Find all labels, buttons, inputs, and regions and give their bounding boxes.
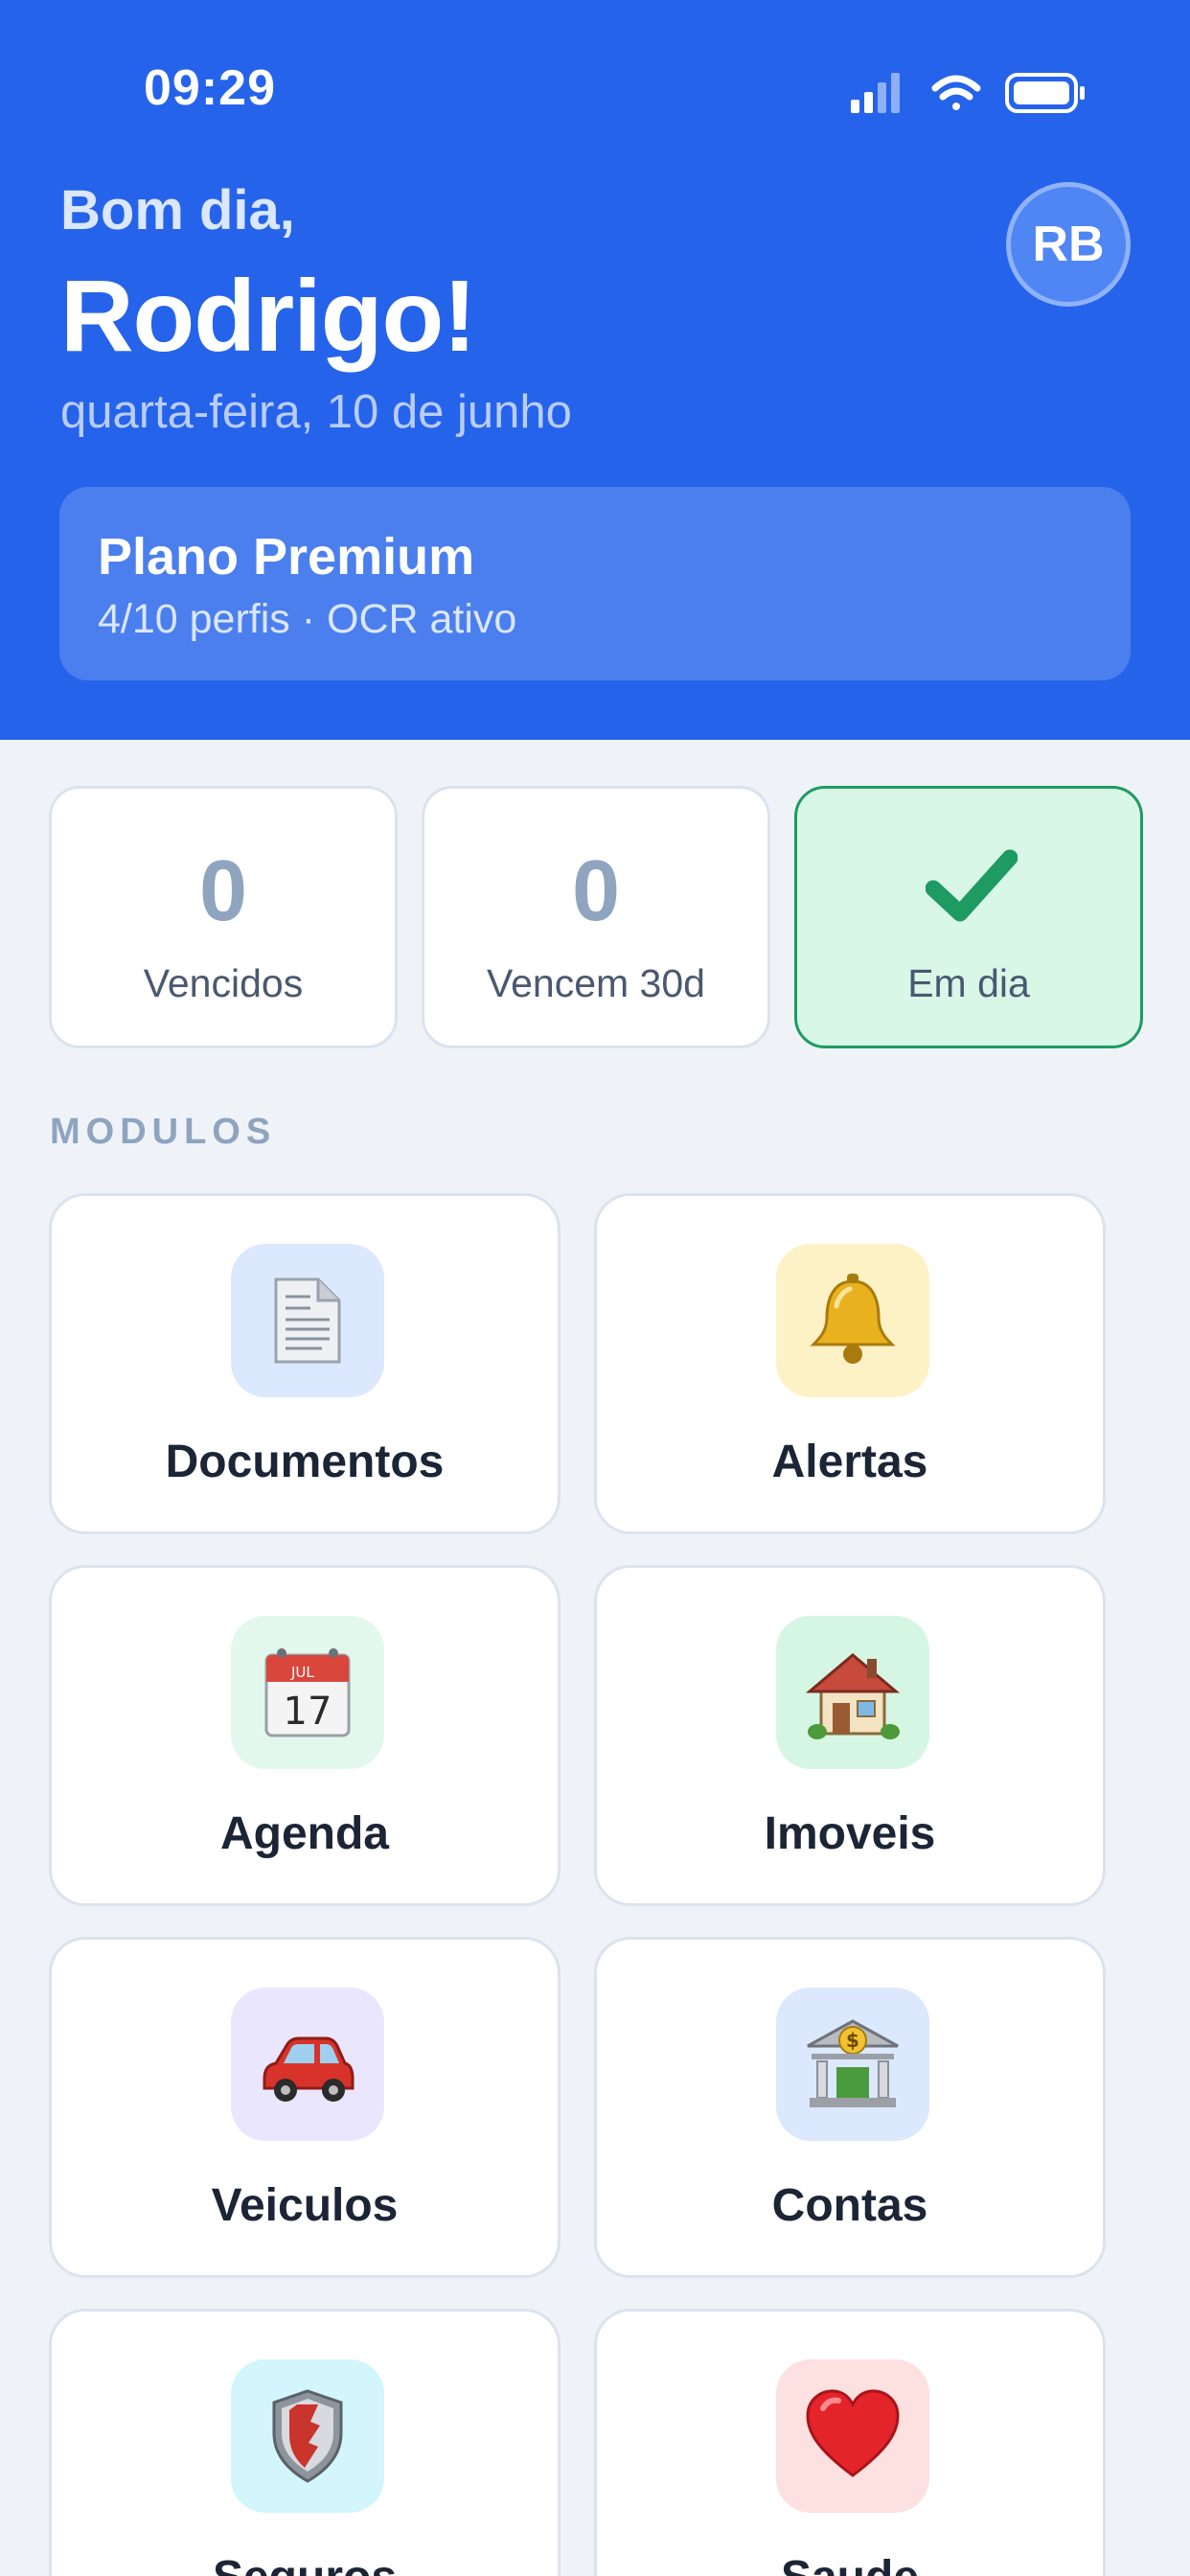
module-label: Agenda — [219, 1808, 389, 1859]
stat-overdue-label: Vencidos — [143, 961, 304, 1005]
calendar-icon: JUL 17 — [231, 1616, 384, 1769]
user-name: Rodrigo! — [60, 260, 477, 373]
module-label: Imoveis — [764, 1808, 936, 1859]
stat-up-to-date-label: Em dia — [907, 961, 1030, 1005]
module-label: Documentos — [165, 1437, 445, 1487]
car-icon — [231, 1988, 384, 2141]
bell-icon — [776, 1244, 929, 1397]
module-label: Seguros — [52, 2551, 558, 2576]
greeting: Bom dia, — [60, 179, 295, 242]
stat-overdue-value: 0 — [198, 843, 248, 939]
home-screen: 09:29 Bom dia, Rodrigo! quarta-feira, 10… — [0, 0, 1190, 2576]
module-label: Saude — [597, 2551, 1103, 2576]
shield-icon — [231, 2359, 384, 2513]
plan-subtitle: 4/10 perfis · OCR ativo — [98, 596, 517, 642]
plan-card[interactable]: Plano Premium 4/10 perfis · OCR ativo — [59, 487, 1131, 680]
status-time: 09:29 — [144, 60, 276, 116]
battery-icon — [1005, 73, 1085, 113]
house-icon — [776, 1616, 929, 1769]
wifi-icon — [931, 75, 981, 110]
svg-text:$: $ — [846, 2029, 859, 2052]
module-seguros[interactable]: Seguros — [49, 2309, 561, 2576]
svg-text:JUL: JUL — [290, 1664, 314, 1681]
svg-text:17: 17 — [284, 1690, 332, 1734]
module-documentos[interactable]: Documentos — [49, 1193, 561, 1534]
module-contas[interactable]: $ Contas — [594, 1937, 1106, 2278]
header: 09:29 Bom dia, Rodrigo! quarta-feira, 10… — [0, 0, 1190, 740]
stat-due-30d-label: Vencem 30d — [487, 961, 705, 1005]
stat-up-to-date[interactable]: Em dia — [794, 786, 1143, 1048]
document-icon — [231, 1244, 384, 1397]
section-title-modules: MODULOS — [50, 1112, 277, 1152]
heart-icon — [776, 2359, 929, 2513]
stat-overdue[interactable]: 0 Vencidos — [49, 786, 398, 1048]
module-veiculos[interactable]: Veiculos — [49, 1937, 561, 2278]
module-label: Veiculos — [211, 2180, 399, 2231]
signal-icon — [851, 73, 900, 113]
stat-due-30d[interactable]: 0 Vencem 30d — [422, 786, 770, 1048]
stat-due-30d-value: 0 — [571, 843, 621, 939]
module-imoveis[interactable]: Imoveis — [594, 1565, 1106, 1906]
status-icons — [851, 73, 1085, 113]
check-icon — [926, 849, 1018, 922]
bank-icon: $ — [776, 1988, 929, 2141]
module-agenda[interactable]: JUL 17 Agenda — [49, 1565, 561, 1906]
module-saude[interactable]: Saude — [594, 2309, 1106, 2576]
module-label: Alertas — [771, 1437, 928, 1487]
current-date: quarta-feira, 10 de junho — [60, 386, 572, 438]
plan-title: Plano Premium — [98, 528, 475, 586]
module-alertas[interactable]: Alertas — [594, 1193, 1106, 1534]
avatar[interactable]: RB — [1006, 182, 1131, 307]
module-label: Contas — [771, 2180, 928, 2231]
